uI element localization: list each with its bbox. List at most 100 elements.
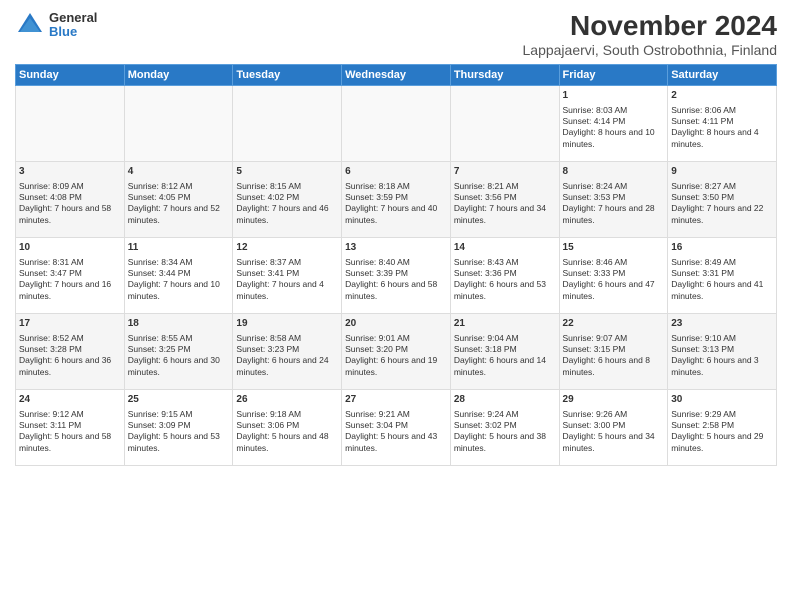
header-sunday: Sunday [16, 65, 125, 86]
day-number-29: 29 [563, 393, 665, 407]
week-row-2: 3Sunrise: 8:09 AMSunset: 4:08 PMDaylight… [16, 162, 777, 238]
cell-content-line: Sunrise: 8:24 AM [563, 181, 665, 192]
cell-w4-d6: 22Sunrise: 9:07 AMSunset: 3:15 PMDayligh… [559, 314, 668, 390]
cell-content-line: Sunrise: 8:09 AM [19, 181, 121, 192]
day-number-7: 7 [454, 165, 556, 179]
cell-w5-d3: 26Sunrise: 9:18 AMSunset: 3:06 PMDayligh… [233, 390, 342, 466]
cell-content-line: Sunrise: 8:43 AM [454, 257, 556, 268]
cell-content-line: Sunrise: 8:03 AM [563, 105, 665, 116]
day-number-8: 8 [563, 165, 665, 179]
header-friday: Friday [559, 65, 668, 86]
cell-content-line: Sunset: 3:41 PM [236, 268, 338, 279]
cell-w3-d5: 14Sunrise: 8:43 AMSunset: 3:36 PMDayligh… [450, 238, 559, 314]
cell-content-line: Daylight: 7 hours and 58 minutes. [19, 203, 121, 226]
cell-content-line: Sunset: 4:14 PM [563, 116, 665, 127]
cell-content-line: Daylight: 7 hours and 4 minutes. [236, 279, 338, 302]
cell-w4-d5: 21Sunrise: 9:04 AMSunset: 3:18 PMDayligh… [450, 314, 559, 390]
cell-w1-d4 [342, 86, 451, 162]
cell-content-line: Sunset: 3:47 PM [19, 268, 121, 279]
cell-content-line: Daylight: 6 hours and 19 minutes. [345, 355, 447, 378]
cell-w3-d7: 16Sunrise: 8:49 AMSunset: 3:31 PMDayligh… [668, 238, 777, 314]
day-number-19: 19 [236, 317, 338, 331]
cell-content-line: Sunrise: 8:18 AM [345, 181, 447, 192]
day-number-13: 13 [345, 241, 447, 255]
cell-w4-d3: 19Sunrise: 8:58 AMSunset: 3:23 PMDayligh… [233, 314, 342, 390]
header-thursday: Thursday [450, 65, 559, 86]
day-headers-row: SundayMondayTuesdayWednesdayThursdayFrid… [16, 65, 777, 86]
calendar-header: SundayMondayTuesdayWednesdayThursdayFrid… [16, 65, 777, 86]
cell-content-line: Daylight: 5 hours and 29 minutes. [671, 431, 773, 454]
cell-w1-d2 [124, 86, 233, 162]
day-number-28: 28 [454, 393, 556, 407]
day-number-5: 5 [236, 165, 338, 179]
cell-content-line: Daylight: 6 hours and 36 minutes. [19, 355, 121, 378]
cell-content-line: Sunset: 3:09 PM [128, 420, 230, 431]
cell-w4-d4: 20Sunrise: 9:01 AMSunset: 3:20 PMDayligh… [342, 314, 451, 390]
cell-content-line: Sunset: 3:02 PM [454, 420, 556, 431]
cell-content-line: Sunrise: 9:24 AM [454, 409, 556, 420]
cell-content-line: Sunset: 3:31 PM [671, 268, 773, 279]
day-number-9: 9 [671, 165, 773, 179]
cell-content-line: Daylight: 8 hours and 4 minutes. [671, 127, 773, 150]
cell-w1-d1 [16, 86, 125, 162]
logo-icon [15, 10, 45, 40]
week-row-5: 24Sunrise: 9:12 AMSunset: 3:11 PMDayligh… [16, 390, 777, 466]
cell-content-line: Sunrise: 9:15 AM [128, 409, 230, 420]
header-monday: Monday [124, 65, 233, 86]
cell-content-line: Sunset: 4:11 PM [671, 116, 773, 127]
cell-content-line: Daylight: 6 hours and 47 minutes. [563, 279, 665, 302]
day-number-6: 6 [345, 165, 447, 179]
cell-content-line: Daylight: 5 hours and 53 minutes. [128, 431, 230, 454]
logo-text: General Blue [49, 11, 97, 40]
page: General Blue November 2024 Lappajaervi, … [0, 0, 792, 476]
cell-content-line: Sunrise: 9:12 AM [19, 409, 121, 420]
cell-w3-d3: 12Sunrise: 8:37 AMSunset: 3:41 PMDayligh… [233, 238, 342, 314]
cell-content-line: Daylight: 7 hours and 28 minutes. [563, 203, 665, 226]
cell-content-line: Sunset: 3:15 PM [563, 344, 665, 355]
cell-content-line: Daylight: 6 hours and 24 minutes. [236, 355, 338, 378]
cell-content-line: Sunset: 3:18 PM [454, 344, 556, 355]
day-number-25: 25 [128, 393, 230, 407]
day-number-20: 20 [345, 317, 447, 331]
cell-content-line: Sunset: 3:53 PM [563, 192, 665, 203]
cell-content-line: Daylight: 6 hours and 30 minutes. [128, 355, 230, 378]
day-number-10: 10 [19, 241, 121, 255]
cell-w5-d2: 25 Sunrise: 9:15 AMSunset: 3:09 PMDayligh… [124, 390, 233, 466]
cell-w2-d7: 9Sunrise: 8:27 AMSunset: 3:50 PMDaylight… [668, 162, 777, 238]
cell-content-line: Sunrise: 8:55 AM [128, 333, 230, 344]
cell-content-line: Sunrise: 9:04 AM [454, 333, 556, 344]
cell-content-line: Sunset: 3:25 PM [128, 344, 230, 355]
cell-content-line: Sunset: 3:28 PM [19, 344, 121, 355]
cell-content-line: Sunset: 2:58 PM [671, 420, 773, 431]
cell-content-line: Sunset: 3:39 PM [345, 268, 447, 279]
cell-w5-d5: 28Sunrise: 9:24 AMSunset: 3:02 PMDayligh… [450, 390, 559, 466]
cell-w3-d6: 15Sunrise: 8:46 AMSunset: 3:33 PMDayligh… [559, 238, 668, 314]
subtitle: Lappajaervi, South Ostrobothnia, Finland [523, 42, 778, 58]
week-row-3: 10Sunrise: 8:31 AMSunset: 3:47 PMDayligh… [16, 238, 777, 314]
cell-w2-d5: 7Sunrise: 8:21 AMSunset: 3:56 PMDaylight… [450, 162, 559, 238]
cell-content-line: Sunset: 4:05 PM [128, 192, 230, 203]
cell-w3-d2: 11Sunrise: 8:34 AMSunset: 3:44 PMDayligh… [124, 238, 233, 314]
cell-content-line: Daylight: 8 hours and 10 minutes. [563, 127, 665, 150]
cell-w2-d6: 8 Sunrise: 8:24 AMSunset: 3:53 PMDaylight… [559, 162, 668, 238]
cell-content-line: Sunrise: 9:26 AM [563, 409, 665, 420]
cell-content-line: Sunset: 4:02 PM [236, 192, 338, 203]
title-block: November 2024 Lappajaervi, South Ostrobo… [523, 10, 778, 58]
day-number-26: 26 [236, 393, 338, 407]
header-wednesday: Wednesday [342, 65, 451, 86]
cell-content-line: Daylight: 6 hours and 14 minutes. [454, 355, 556, 378]
cell-content-line: Daylight: 6 hours and 8 minutes. [563, 355, 665, 378]
cell-content-line: Daylight: 6 hours and 58 minutes. [345, 279, 447, 302]
cell-content-line: Sunrise: 9:10 AM [671, 333, 773, 344]
day-number-27: 27 [345, 393, 447, 407]
cell-content-line: Sunset: 3:50 PM [671, 192, 773, 203]
cell-content-line: Sunset: 4:08 PM [19, 192, 121, 203]
cell-content-line: Daylight: 6 hours and 3 minutes. [671, 355, 773, 378]
cell-content-line: Sunset: 3:59 PM [345, 192, 447, 203]
cell-content-line: Sunset: 3:33 PM [563, 268, 665, 279]
cell-content-line: Sunrise: 8:46 AM [563, 257, 665, 268]
cell-content-line: Daylight: 7 hours and 52 minutes. [128, 203, 230, 226]
cell-w3-d4: 13Sunrise: 8:40 AMSunset: 3:39 PMDayligh… [342, 238, 451, 314]
cell-w1-d6: 1Sunrise: 8:03 AMSunset: 4:14 PMDaylight… [559, 86, 668, 162]
cell-w2-d3: 5Sunrise: 8:15 AMSunset: 4:02 PMDaylight… [233, 162, 342, 238]
